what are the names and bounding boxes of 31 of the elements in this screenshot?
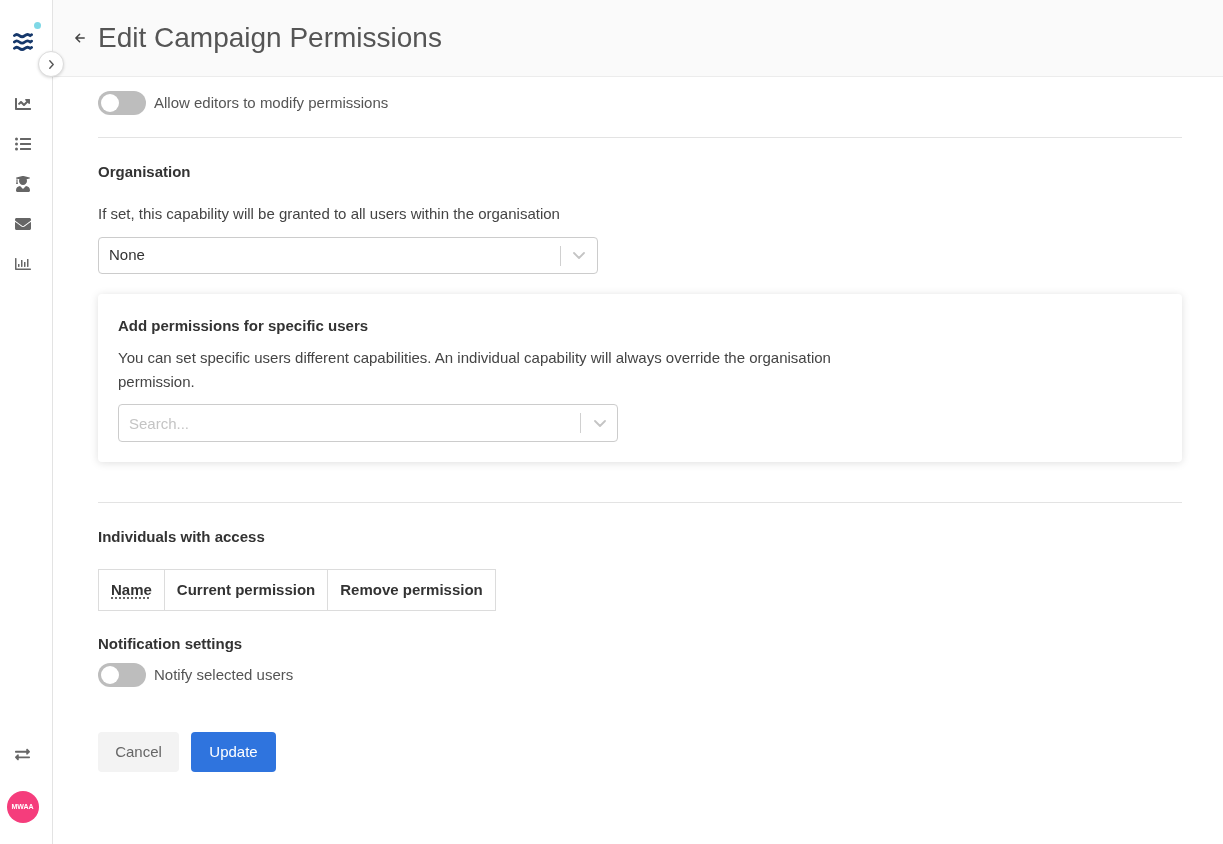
- update-button[interactable]: Update: [191, 732, 276, 772]
- back-button[interactable]: [75, 33, 85, 43]
- toggle-label: Allow editors to modify permissions: [154, 92, 389, 113]
- toggle-switch[interactable]: [98, 663, 146, 687]
- section-heading: Organisation: [98, 162, 192, 182]
- table-header-cell: Current permission: [164, 569, 328, 611]
- line-chart-icon[interactable]: [14, 96, 31, 112]
- arrow-left-icon: [75, 33, 85, 43]
- user-search-field[interactable]: Search...: [118, 404, 618, 442]
- page-title: Edit Campaign Permissions: [98, 21, 442, 55]
- waves-logo-icon[interactable]: [12, 32, 33, 52]
- toggle-label: Notify selected users: [154, 664, 294, 685]
- swap-arrows-icon[interactable]: [14, 747, 31, 762]
- envelope-icon[interactable]: [14, 216, 31, 232]
- section-heading: Individuals with access: [98, 527, 266, 547]
- section-heading: Notification settings: [98, 634, 244, 654]
- graduate-user-icon[interactable]: [14, 176, 31, 192]
- card-description: You can set specific users different capabilities. An individual capability will always override the organisation permission.: [118, 348, 832, 392]
- organisation-select[interactable]: None: [98, 237, 598, 274]
- toggle-switch[interactable]: [98, 91, 146, 115]
- chevron-down-icon: [573, 252, 585, 259]
- table-header-cell: Name: [98, 569, 165, 611]
- list-icon[interactable]: [14, 136, 31, 152]
- chevron-down-icon: [594, 420, 606, 427]
- chevron-right-icon: [48, 59, 54, 69]
- table-header-cell: Remove permission: [327, 569, 496, 611]
- cancel-button[interactable]: Cancel: [98, 732, 179, 772]
- card-heading: Add permissions for specific users: [118, 316, 370, 336]
- bar-chart-icon[interactable]: [14, 256, 31, 272]
- section-description: If set, this capability will be granted to all users within the organisation: [98, 204, 561, 224]
- expand-sidebar-button[interactable]: [38, 51, 64, 77]
